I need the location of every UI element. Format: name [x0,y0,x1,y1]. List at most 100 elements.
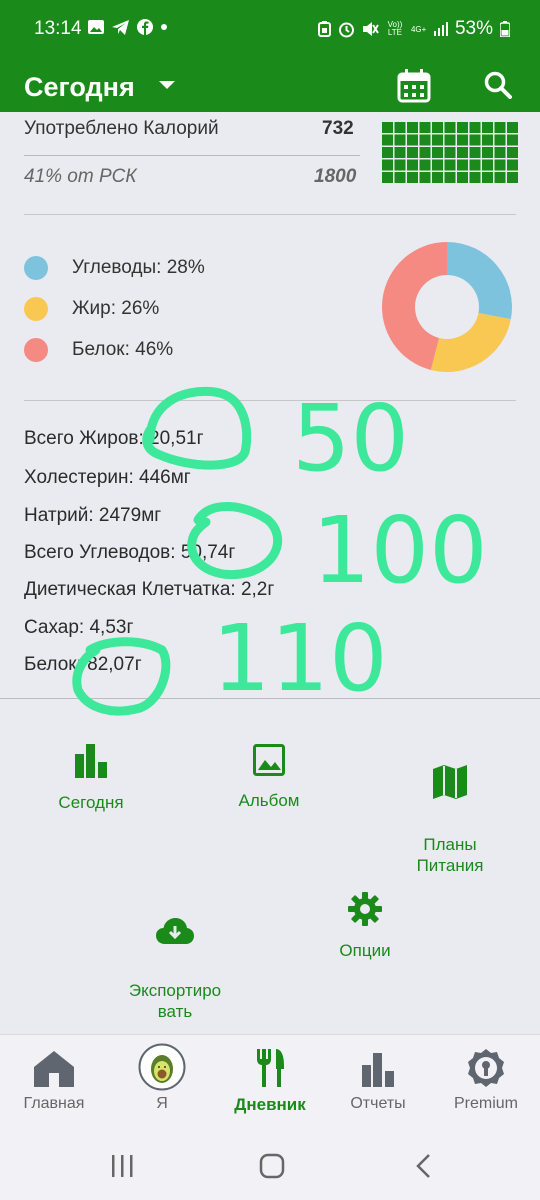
facebook-icon [137,19,153,35]
progress-cell [469,159,481,171]
status-time: 13:14 [34,18,82,39]
progress-cell [444,172,456,183]
progress-cell [432,172,443,183]
progress-cell [419,134,431,146]
progress-cell [457,159,468,171]
action-meal-plans[interactable]: Планы Питания [398,744,502,876]
actions-divider [0,698,540,699]
progress-cell [407,159,418,171]
note-100: 100 [312,497,488,604]
progress-cell [482,147,493,158]
progress-cell [382,172,393,183]
progress-cell [419,159,431,171]
progress-cell [382,134,393,146]
donut-slice-0 [447,242,512,320]
nav-me[interactable]: Я [108,1035,216,1129]
protein-label: Белок: 46% [72,339,174,360]
progress-cell [457,134,468,146]
progress-cell [382,159,393,171]
legend-protein: Белок: 46% [24,338,173,362]
map-icon [433,765,467,799]
system-navigation-bar [0,1128,540,1200]
action-export[interactable]: Экспортиро вать [120,896,230,1022]
dropdown-arrow-icon[interactable] [159,81,175,89]
recent-apps-icon[interactable] [110,1154,134,1178]
progress-cell [407,172,418,183]
action-options-label: Опции [339,941,391,960]
progress-cell [469,172,481,183]
mute-icon [362,22,379,36]
consumed-calories-label: Употреблено Калорий [24,118,219,139]
progress-cell [432,122,443,133]
progress-cell [494,122,506,133]
nav-home-label: Главная [23,1095,85,1112]
progress-cell [419,147,431,158]
macros-donut-chart [382,242,512,372]
nav-premium[interactable]: Premium [432,1035,540,1129]
consumed-calories-value: 732 [322,118,354,139]
nutrient-total-carbs: Всего Углеводов: 50,74г [24,542,236,563]
progress-cell [457,172,468,183]
rsk-target-value: 1800 [314,166,357,187]
back-icon[interactable] [415,1153,431,1179]
notification-icons [88,19,167,35]
progress-cell [507,159,518,171]
home-button-icon[interactable] [259,1153,285,1179]
status-indicators: Vo)) LTE 4G+ 53% [317,18,510,40]
progress-cell [494,134,506,146]
nav-diary[interactable]: Дневник [216,1035,324,1129]
battery-saver-icon [317,21,331,37]
progress-cell [494,172,506,183]
protein-color-dot [24,338,48,362]
carbs-color-dot [24,256,48,280]
progress-cell [507,134,518,146]
nav-diary-label: Дневник [234,1095,306,1114]
fork-knife-icon [257,1049,284,1087]
progress-cell [482,159,493,171]
battery-percent: 53% [454,18,493,39]
nutrient-protein: Белок: 82,07г [24,654,142,675]
progress-cell [444,122,456,133]
action-today[interactable]: Сегодня [46,744,136,813]
rsk-percent-label: 41% от РСК [24,166,137,187]
highlight-circle-carbs [187,502,283,580]
calendar-icon[interactable] [397,69,431,103]
progress-cell [432,147,443,158]
nav-reports-label: Отчеты [350,1095,406,1112]
nav-home[interactable]: Главная [0,1035,108,1129]
progress-cell [432,159,443,171]
nav-reports[interactable]: Отчеты [324,1035,432,1129]
progress-cell [482,172,493,183]
app-bar: Сегодня [0,44,540,112]
more-notifications-dot-icon [161,24,167,30]
bottom-navigation: Главная Я Дневник Отчеты Premium [0,1034,540,1128]
volte-label: Vo)) LTE [387,20,403,37]
progress-cell [394,122,406,133]
home-icon [34,1051,74,1087]
section-divider [24,214,516,215]
carbs-label: Углеводы: 28% [72,257,205,278]
progress-cell [444,134,456,146]
signal-strength-icon [433,22,448,36]
progress-cell [394,172,406,183]
action-options[interactable]: Опции [320,892,410,961]
legend-fat: Жир: 26% [24,297,159,321]
action-album[interactable]: Альбом [224,744,314,811]
progress-cell [482,134,493,146]
alarm-icon [338,22,354,37]
date-selector-title[interactable]: Сегодня [24,72,135,103]
gallery-notification-icon [88,20,104,34]
search-icon[interactable] [484,71,512,99]
nutrient-sodium: Натрий: 2479мг [24,505,162,526]
action-today-label: Сегодня [58,793,124,812]
progress-cell [507,122,518,133]
battery-icon [500,21,510,37]
nutrient-sugar: Сахар: 4,53г [24,617,134,638]
gear-icon [348,892,382,926]
nav-me-label: Я [156,1095,168,1112]
action-meal-plans-label: Планы Питания [416,835,484,875]
nutrient-total-fat: Всего Жиров: 20,51г [24,428,204,449]
donut-slice-1 [430,312,511,372]
progress-cell [444,147,456,158]
progress-cell [507,147,518,158]
